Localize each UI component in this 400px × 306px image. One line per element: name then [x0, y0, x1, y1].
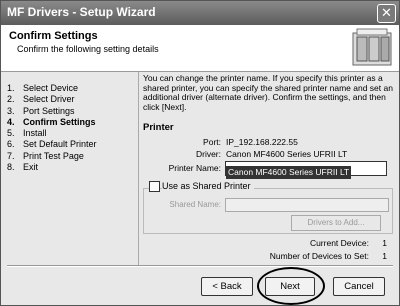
step-3: 3. Port Settings — [7, 105, 75, 116]
header-subtitle: Confirm the following setting details — [17, 44, 159, 54]
close-icon: ✕ — [381, 5, 392, 20]
shared-printer-checkbox[interactable] — [149, 181, 160, 192]
window-title: MF Drivers - Setup Wizard — [7, 5, 156, 19]
step-1: 1. Select Device — [7, 83, 79, 93]
highlight-circle — [257, 267, 325, 305]
devices-to-set-label: Number of Devices to Set: — [269, 251, 369, 261]
driver-value: Canon MF4600 Series UFRII LT — [226, 149, 348, 159]
step-8: 8. Exit — [7, 162, 39, 173]
intro-text: You can change the printer name. If you … — [143, 73, 393, 112]
step-7: 7. Print Test Page — [7, 150, 84, 161]
printer-illustration-icon — [352, 28, 392, 66]
header-title: Confirm Settings — [9, 30, 98, 42]
title-bar: MF Drivers - Setup Wizard ✕ — [1, 1, 399, 25]
printer-section-title: Printer — [143, 122, 174, 133]
drivers-to-add-button[interactable]: Drivers to Add... — [291, 215, 381, 231]
step-4-current: 4. Confirm Settings — [7, 116, 96, 127]
port-value: IP_192.168.222.55 — [226, 137, 298, 147]
close-button[interactable]: ✕ — [377, 4, 396, 23]
step-list: 1. Select Device 2. Select Driver 3. Port S… — [7, 83, 129, 173]
printer-name-input[interactable]: Canon MF4600 Series UFRII LT — [225, 161, 387, 179]
wizard-header: Confirm Settings Confirm the following s… — [1, 25, 399, 72]
printer-name-label: Printer Name: — [168, 163, 221, 173]
driver-label: Driver: — [195, 149, 221, 159]
content-panel: You can change the printer name. If you … — [138, 72, 399, 265]
devices-to-set-value: 1 — [382, 251, 387, 261]
shared-printer-checkbox-label[interactable]: Use as Shared Printer — [162, 181, 254, 191]
printer-name-value: Canon MF4600 Series UFRII LT — [226, 166, 352, 179]
setup-wizard-window: MF Drivers - Setup Wizard ✕ Confirm Sett… — [0, 0, 400, 306]
shared-name-label: Shared Name: — [169, 200, 221, 209]
back-button[interactable]: < Back — [201, 277, 253, 296]
current-device-label: Current Device: — [309, 238, 369, 248]
step-6: 6. Set Default Printer — [7, 139, 97, 150]
step-5: 5. Install — [7, 128, 47, 139]
footer-divider — [7, 265, 393, 267]
step-2: 2. Select Driver — [7, 94, 75, 105]
current-device-value: 1 — [382, 238, 387, 248]
port-label: Port: — [203, 137, 221, 147]
cancel-button[interactable]: Cancel — [333, 277, 385, 296]
shared-name-input[interactable] — [225, 198, 389, 212]
